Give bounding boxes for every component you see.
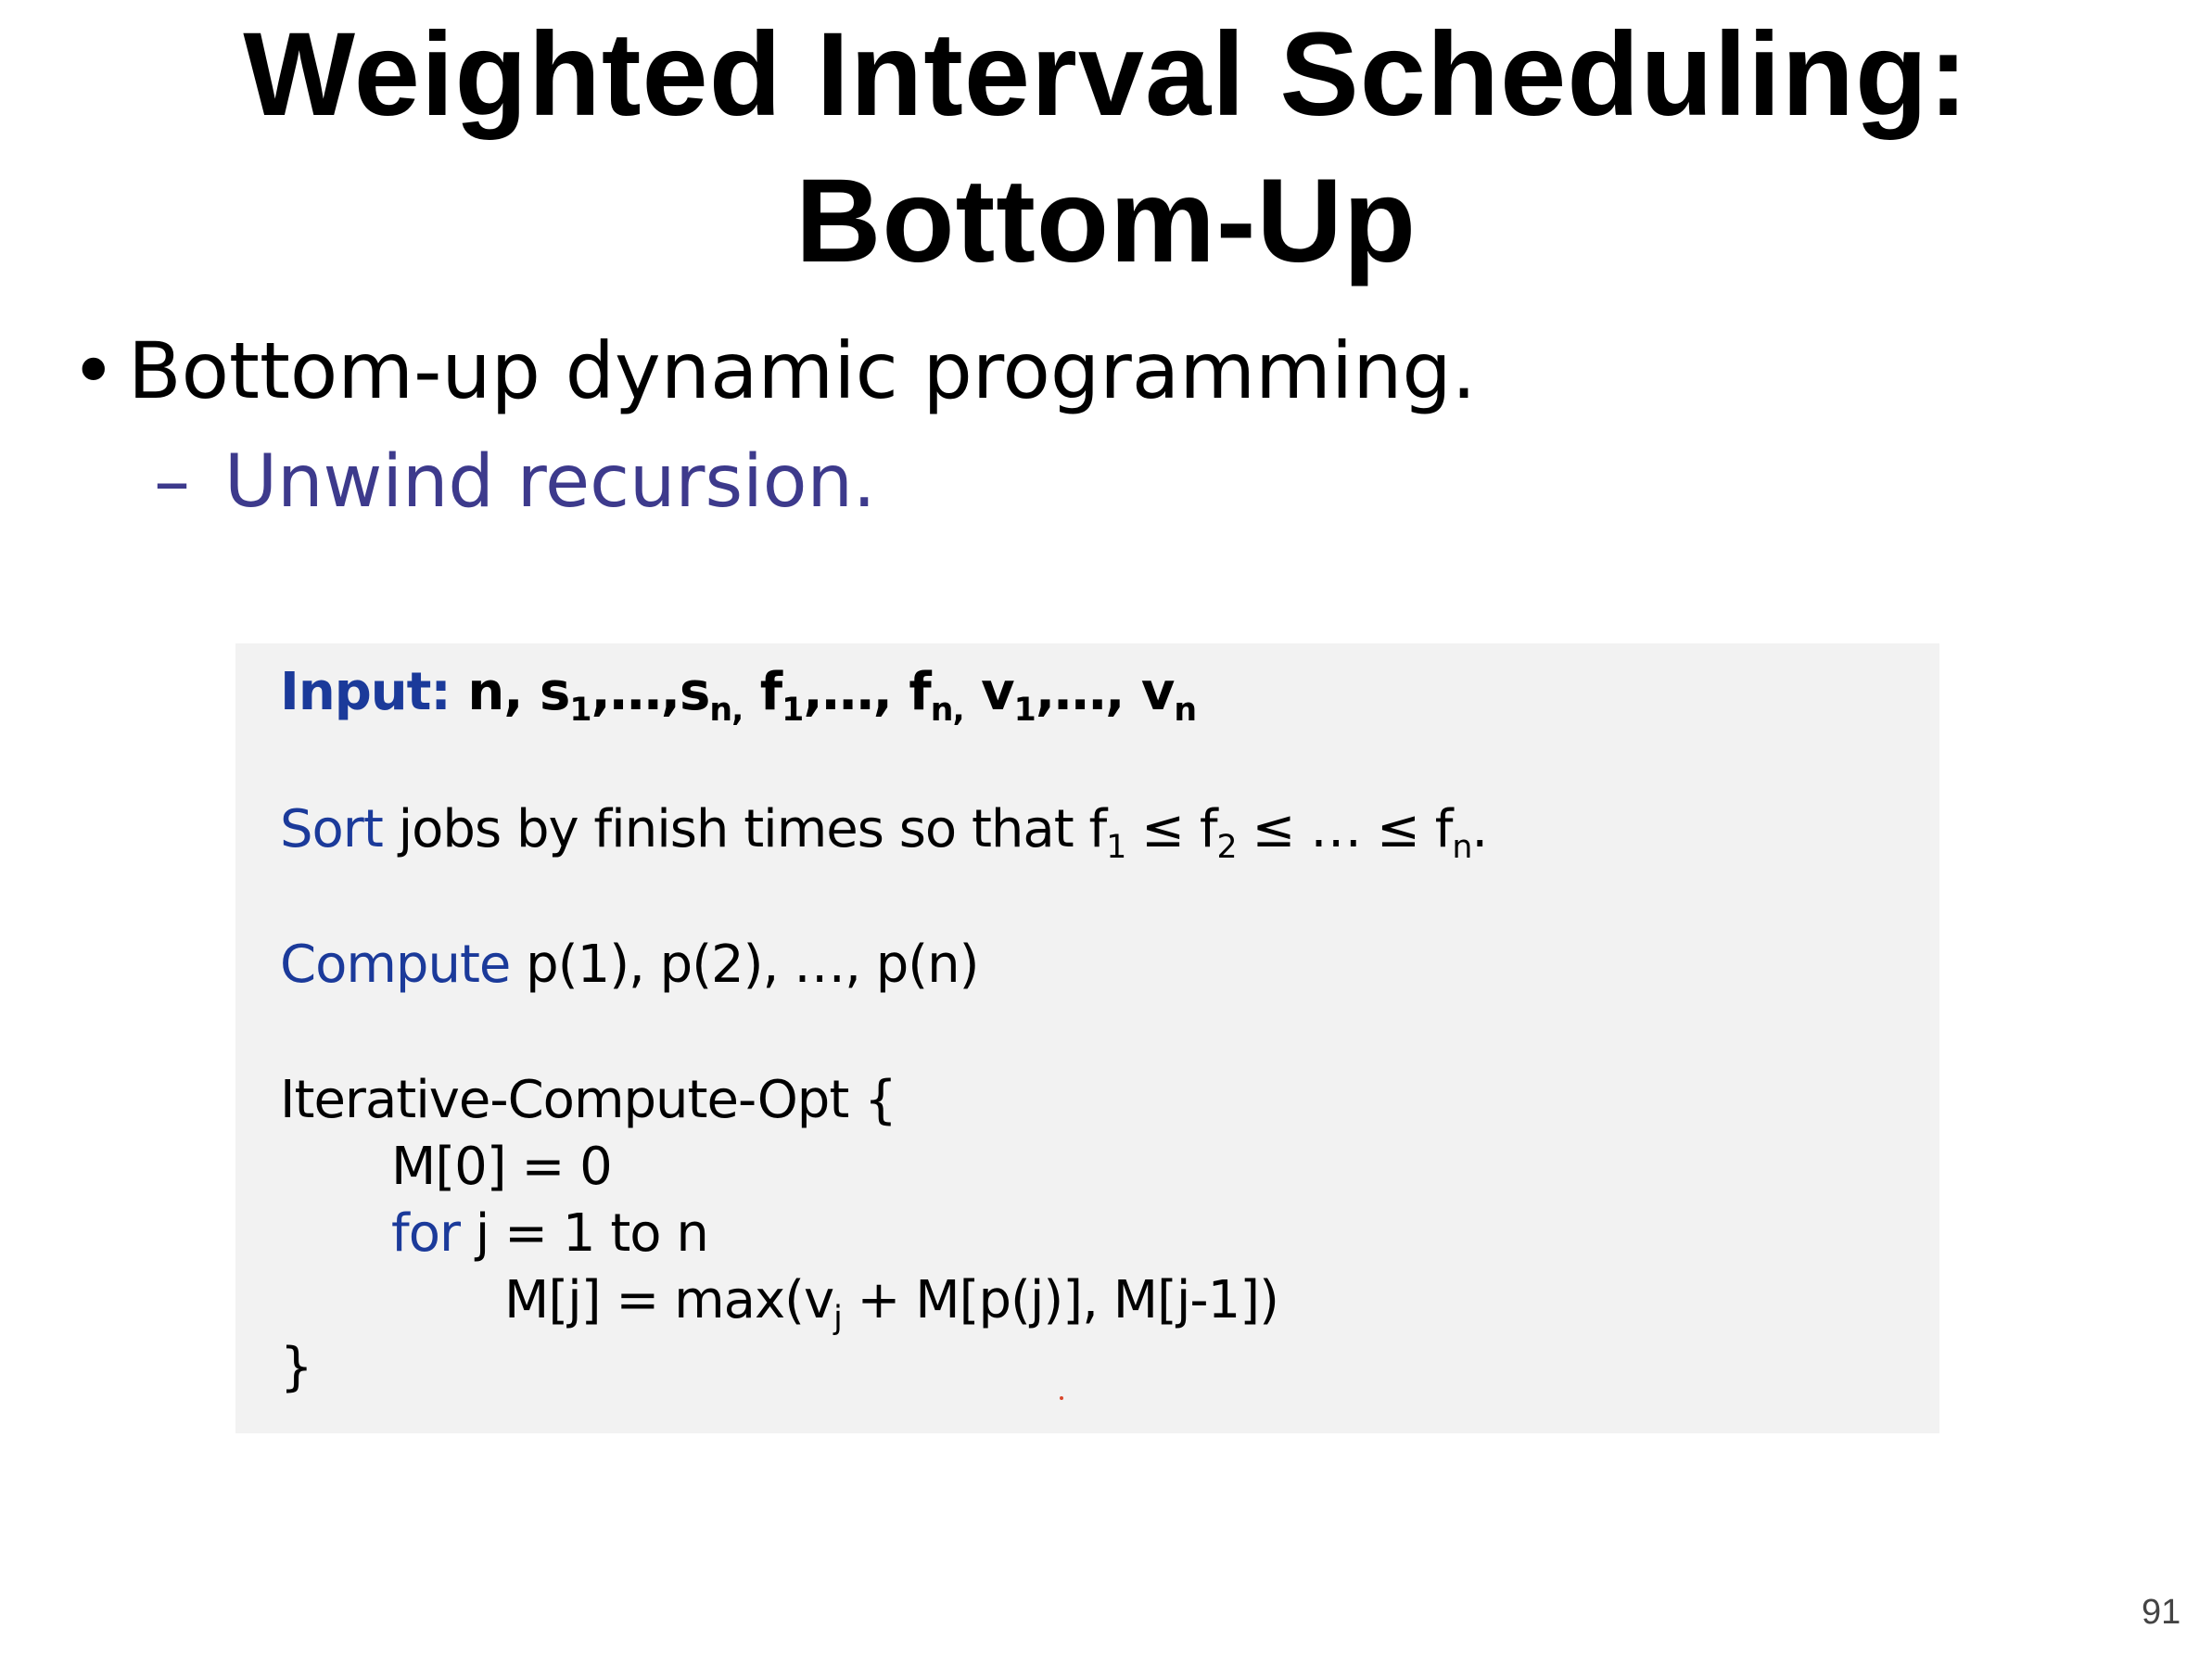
for-text: j = 1 to n — [460, 1203, 709, 1264]
mj-text-a: M[j] = max(v — [504, 1270, 834, 1330]
for-keyword: for — [391, 1203, 461, 1264]
compute-line: Compute p(1), p(2), …, p(n) — [280, 933, 979, 998]
input-dots: ,…, — [1035, 662, 1125, 722]
close-brace: } — [280, 1337, 313, 1397]
mj-text-b: + M[p(j)], M[j-1]) — [841, 1270, 1279, 1330]
sort-ellipsis: ≤ … ≤ f — [1236, 799, 1453, 859]
sub-1: 1 — [569, 692, 591, 730]
sort-text: jobs by finish times so that f — [382, 799, 1108, 859]
sub-1: 1 — [1106, 829, 1126, 867]
sub-n: n — [930, 692, 954, 730]
page-number: 91 — [2142, 1593, 2181, 1632]
title-line-2: Bottom-Up — [795, 155, 1417, 287]
title-line-1: Weighted Interval Scheduling: — [243, 8, 1969, 141]
dash-icon: – — [154, 440, 190, 524]
compute-keyword: Compute — [280, 935, 511, 995]
input-s: s — [680, 662, 710, 722]
sort-keyword: Sort — [280, 799, 384, 859]
subbullet-text: Unwind recursion. — [224, 440, 876, 524]
input-dots: ,…, — [803, 662, 893, 722]
sub-n: n — [1174, 692, 1197, 730]
bullet-text: Bottom-up dynamic programming. — [128, 325, 1477, 416]
compute-text: p(1), p(2), …, p(n) — [510, 935, 979, 995]
comma: , — [731, 692, 744, 730]
sort-le: ≤ f — [1125, 799, 1217, 859]
input-n: n, — [450, 662, 540, 722]
bullet-item: • Bottom-up dynamic programming. — [70, 324, 1476, 417]
m0-line: M[0] = 0 — [391, 1137, 613, 1197]
pseudocode-box: Input: n, s1,…,sn, f1,…, fn, v1,…, vn So… — [235, 643, 1939, 1433]
sub-1: 1 — [782, 692, 804, 730]
red-dot-mark — [1060, 1396, 1063, 1400]
sub-n: n — [709, 692, 732, 730]
sub-1: 1 — [1013, 692, 1036, 730]
slide-title: Weighted Interval Scheduling: Bottom-Up — [0, 0, 2212, 295]
input-f: f — [891, 662, 931, 722]
bullet-dot-icon: • — [70, 325, 117, 416]
input-dots: ,…, — [591, 662, 680, 722]
comma: , — [952, 692, 964, 730]
input-s: s — [539, 662, 570, 722]
input-v: v — [1124, 662, 1176, 722]
sub-j: j — [833, 1300, 843, 1338]
sub-2: 2 — [1216, 829, 1238, 867]
mj-line: M[j] = max(vj + M[p(j)], M[j-1]) — [504, 1268, 1279, 1335]
subbullet-item: – Unwind recursion. — [154, 438, 876, 527]
period: . — [1471, 799, 1488, 859]
function-header: Iterative-Compute-Opt { — [280, 1070, 897, 1130]
input-line: Input: n, s1,…,sn, f1,…, fn, v1,…, vn — [280, 660, 1197, 727]
input-f: f — [743, 662, 782, 722]
sub-n: n — [1452, 829, 1472, 867]
input-keyword: Input: — [280, 662, 451, 722]
for-line: for j = 1 to n — [391, 1202, 709, 1266]
input-v: v — [963, 662, 1015, 722]
sort-line: Sort jobs by finish times so that f1 ≤ f… — [280, 797, 1488, 864]
